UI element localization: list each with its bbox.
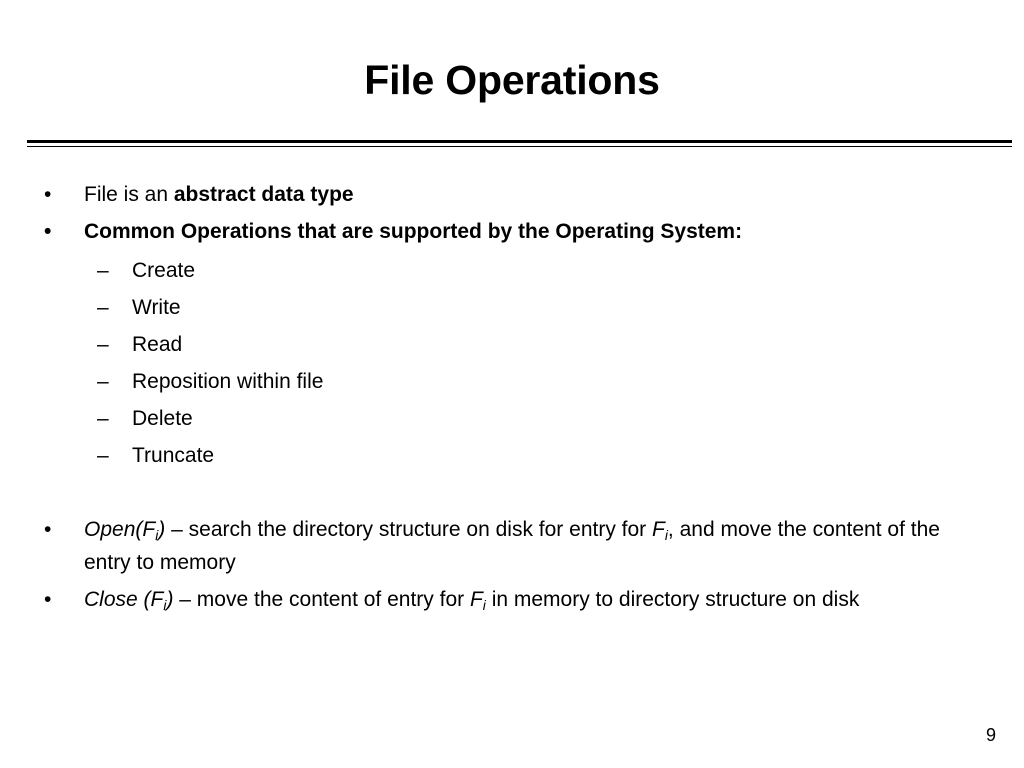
paragraph-item-close: • Close (Fi) – move the content of entry …: [0, 584, 1024, 617]
page-title: File Operations: [364, 57, 660, 103]
paragraph-variable-subscript: i: [482, 597, 486, 614]
bullet-text-bold: Common Operations that are supported by …: [84, 220, 743, 243]
sub-bullet-item-reposition: – Reposition within file: [0, 363, 1024, 400]
title-divider: [27, 140, 1012, 148]
bullet-item-file-adt: • File is an abstract data type: [0, 178, 1024, 211]
sub-bullet-item-truncate: – Truncate: [0, 437, 1024, 474]
sub-bullet-label: Delete: [132, 407, 193, 430]
sub-bullet-item-create: – Create: [0, 252, 1024, 289]
paragraph-variable: F: [652, 518, 665, 541]
sub-bullet-item-write: – Write: [0, 289, 1024, 326]
bullet-text-plain: File is an: [84, 183, 174, 206]
paragraph-term-subscript: i: [155, 527, 159, 544]
dash-marker-icon: –: [97, 407, 109, 430]
paragraph-body-after: in memory to directory structure on disk: [485, 588, 860, 611]
sub-bullet-label: Read: [132, 333, 183, 356]
paragraph-body-before: – move the content of entry for: [173, 588, 470, 611]
paragraph-variable: F: [469, 588, 483, 611]
bullet-marker-icon: •: [44, 588, 52, 611]
paragraph-term-subscript: i: [163, 597, 167, 614]
sub-bullet-item-delete: – Delete: [0, 400, 1024, 437]
divider-line-thin: [27, 146, 1012, 147]
paragraph-variable-subscript: i: [664, 527, 668, 544]
bullet-marker-icon: •: [44, 220, 52, 243]
sub-bullet-label: Write: [132, 296, 181, 319]
paragraph-item-open: • Open(Fi) – search the directory structu…: [0, 514, 1024, 579]
paragraph-body-before: – search the directory structure on disk…: [165, 518, 652, 541]
bullet-marker-icon: •: [44, 518, 52, 541]
bullet-item-common-operations: • Common Operations that are supported by…: [0, 215, 1024, 248]
dash-marker-icon: –: [97, 296, 109, 319]
sub-bullet-item-read: – Read: [0, 326, 1024, 363]
page-number: 9: [985, 725, 996, 745]
dash-marker-icon: –: [97, 259, 109, 282]
dash-marker-icon: –: [97, 370, 109, 393]
sub-bullet-label: Truncate: [132, 444, 215, 467]
paragraph-term: Close (F: [84, 588, 164, 611]
paragraph-term: Open(F: [84, 518, 156, 541]
sub-bullet-label: Reposition within file: [132, 370, 324, 393]
bullet-marker-icon: •: [44, 183, 52, 206]
bullet-text-bold: abstract data type: [173, 183, 354, 206]
slide-body: • File is an abstract data type • Common O…: [0, 178, 1024, 622]
dash-marker-icon: –: [97, 333, 109, 356]
sub-bullet-label: Create: [132, 259, 196, 282]
dash-marker-icon: –: [97, 444, 109, 467]
divider-line-thick: [27, 140, 1012, 143]
